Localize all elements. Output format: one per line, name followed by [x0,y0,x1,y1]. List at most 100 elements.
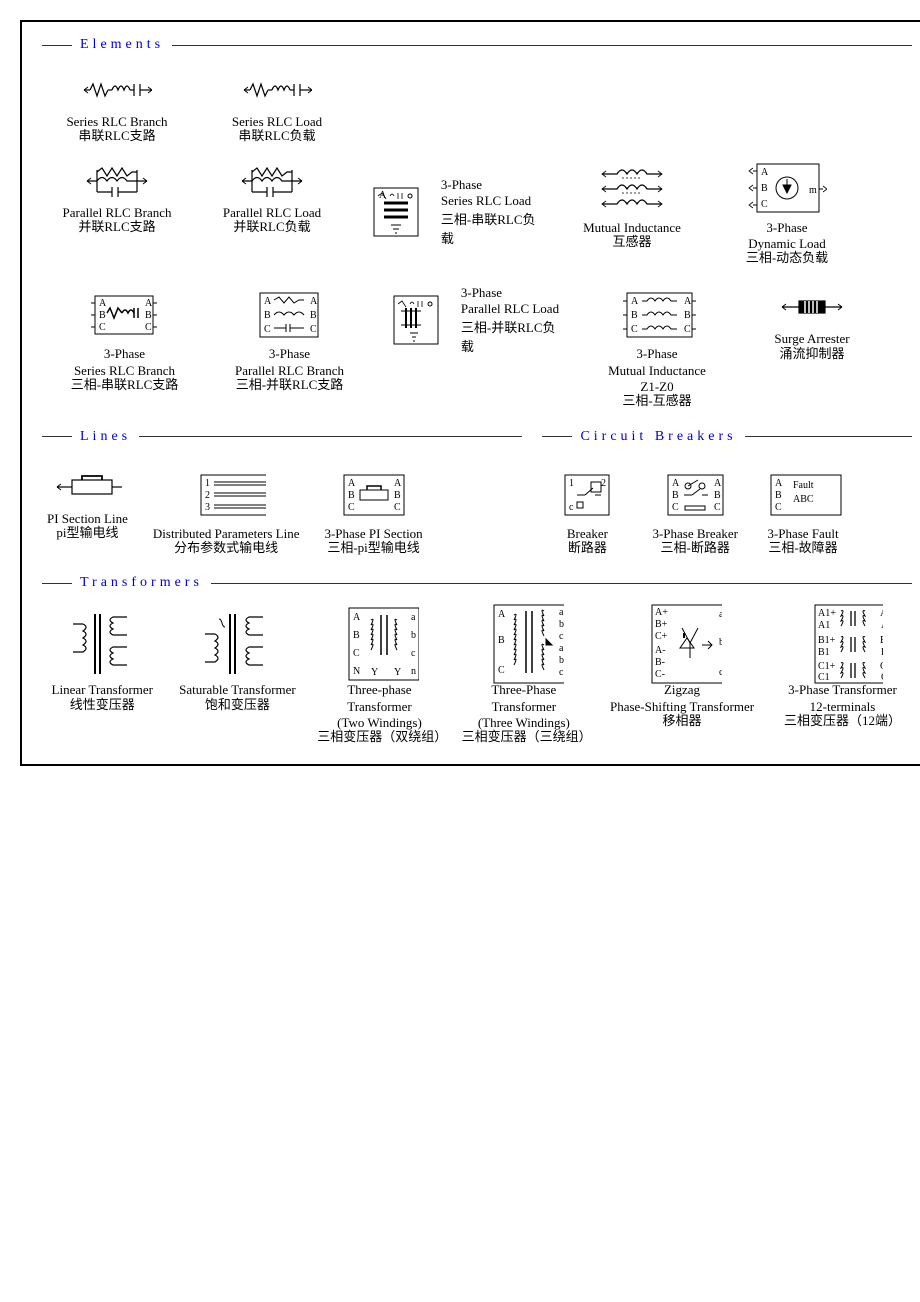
svg-text:B2+: B2+ [880,635,883,646]
svg-text:A: A [761,167,769,178]
section-title-elements: Elements [80,37,164,53]
section-transformers-header: Transformers [42,575,912,591]
svg-text:A+: A+ [655,607,668,618]
zigzag-block[interactable]: A+ a B+ C+ b A- B- c C- Zigzag Phase-Shi… [606,606,758,728]
three-phase-breaker-block[interactable]: A A B B C C 3-Phase Breaker [652,465,738,556]
svg-text:C2: C2 [881,672,883,683]
svg-text:B: B [264,310,271,321]
svg-text:b: b [411,630,416,641]
three-phase-pi-block[interactable]: A A B B C C 3-Phase PI Section 三相-pi型输电线 [324,465,422,556]
parallel-rlc-load-block[interactable]: Parallel RLC Load 并联RLC负载 [202,159,342,235]
breaker-block[interactable]: 1 2 c Breaker 断路器 [547,465,627,556]
svg-text:1: 1 [569,478,574,489]
pi-section-line-block[interactable]: PI Section Line pi型输电线 [47,465,128,541]
svg-text:A: A [631,296,639,307]
parallel-rlc-load-icon [237,159,307,204]
svg-text:C: C [714,502,721,513]
saturable-transformer-block[interactable]: Saturable Transformer 饱和变压器 [178,606,298,712]
series-rlc-load-block[interactable]: Series RLC Load 串联RLC负载 [207,68,347,144]
surge-arrester-icon [777,285,847,330]
mutual-inductance-block[interactable]: Mutual Inductance 互感器 [562,159,702,250]
twelve-terminal-block[interactable]: A1+ A2+ A1 A2 B1+ B2+ B1 B2 C1+ C2+ C1 C… [778,606,907,728]
svg-text:C1: C1 [818,672,830,683]
svg-text:A1+: A1+ [818,608,836,619]
twelve-terminal-icon: A1+ A2+ A1 A2 B1+ B2+ B1 B2 C1+ C2+ C1 C… [803,606,883,681]
svg-text:n: n [411,666,416,677]
three-phase-breaker-icon: A A B B C C [655,465,735,525]
linear-transformer-block[interactable]: Linear Transformer 线性变压器 [47,606,158,712]
three-phase-fault-block[interactable]: A B C Fault ABC 3-Phase Fault 三相-故障器 [763,465,843,556]
parallel-rlc-branch-block[interactable]: Parallel RLC Branch 并联RLC支路 [47,159,187,235]
three-phase-series-rlc-load-block[interactable]: A 3-Phase Series RLC Load 三相-串联RLC负载 [357,177,547,247]
library-palette: Elements Series RLC Branch 串联RLC支路 [20,20,920,766]
svg-text:C: C [348,502,355,513]
three-phase-mutual-block[interactable]: A A B B C C 3-Phase Mutual Inductance Z1… [582,285,732,408]
surge-arrester-block[interactable]: Surge Arrester 涌流抑制器 [747,285,877,361]
breaker-icon: 1 2 c [547,465,627,525]
three-phase-2w-block[interactable]: A a B b C c N Y Y n Three-phase Transfor… [317,606,441,744]
svg-text:2: 2 [205,490,210,501]
svg-text:B: B [394,490,401,501]
svg-text:c: c [569,502,574,513]
svg-text:Y: Y [371,667,378,678]
svg-text:A: A [145,298,153,309]
svg-text:C: C [310,324,317,335]
svg-text:A1: A1 [818,620,830,631]
section-title-transformers: Transformers [80,575,203,591]
svg-text:A: A [264,296,272,307]
series-rlc-load-icon [242,68,312,113]
svg-text:B: B [310,310,317,321]
three-phase-3w-block[interactable]: A a2 b2 B c2 a3 C b3 c3 Three-Phase T [462,606,586,744]
three-phase-parallel-rlc-load-block[interactable]: 3-Phase Parallel RLC Load 三相-并联RLC负载 [377,285,567,355]
svg-text:B: B [99,310,106,321]
three-phase-3w-icon: A a2 b2 B c2 a3 C b3 c3 [484,606,564,681]
svg-text:3: 3 [205,502,210,513]
svg-text:B: B [353,630,360,641]
distributed-line-icon: 1 1 2 2 3 3 [186,465,266,525]
section-breakers-header: Circuit Breakers [542,429,912,445]
svg-text:B: B [761,183,768,194]
three-phase-parallel-load-icon [377,290,456,350]
three-phase-parallel-branch-icon: A A B B C C [250,285,330,345]
svg-text:Fault: Fault [793,480,814,491]
three-phase-parallel-rlc-branch-block[interactable]: A A B B C C 3-Phase [217,285,362,392]
svg-text:c: c [411,648,416,659]
svg-text:C2+: C2+ [880,661,883,672]
svg-text:c: c [719,667,722,678]
svg-text:N: N [353,666,360,677]
svg-text:C: C [498,665,505,676]
svg-text:a: a [719,609,722,620]
svg-text:Y: Y [394,667,401,678]
svg-text:C: C [761,199,768,210]
distributed-line-block[interactable]: 1 1 2 2 3 3 Distributed Parameters Line … [153,465,300,556]
svg-text:A: A [353,612,361,623]
three-phase-series-rlc-branch-block[interactable]: A A B B C C 3-Phase Series RLC Branch 三相… [47,285,202,392]
svg-text:A2+: A2+ [880,608,883,619]
series-rlc-branch-block[interactable]: Series RLC Branch 串联RLC支路 [47,68,187,144]
svg-text:C: C [394,502,401,513]
svg-text:A: A [714,478,722,489]
section-elements-header: Elements [42,37,912,53]
svg-text:A: A [379,190,387,201]
svg-text:C: C [264,324,271,335]
svg-text:c2: c2 [559,631,564,642]
svg-text:B: B [145,310,152,321]
svg-text:a: a [411,612,416,623]
svg-text:c3: c3 [559,667,564,678]
svg-text:A: A [684,296,692,307]
svg-text:B: B [672,490,679,501]
linear-transformer-icon [62,606,142,681]
svg-text:m: m [809,185,817,196]
svg-text:B+: B+ [655,619,668,630]
svg-text:A: A [394,478,402,489]
svg-text:B: B [348,490,355,501]
dynamic-load-icon: A B C m [747,159,827,219]
svg-text:B1+: B1+ [818,635,836,646]
svg-text:A: A [672,478,680,489]
svg-text:C: C [672,502,679,513]
section-title-breakers: Circuit Breakers [580,429,736,445]
svg-text:B: B [684,310,691,321]
svg-text:B1: B1 [818,647,830,658]
svg-text:A: A [310,296,318,307]
dynamic-load-block[interactable]: A B C m 3-Phase Dynamic Load 三相-动态负载 [717,159,857,266]
